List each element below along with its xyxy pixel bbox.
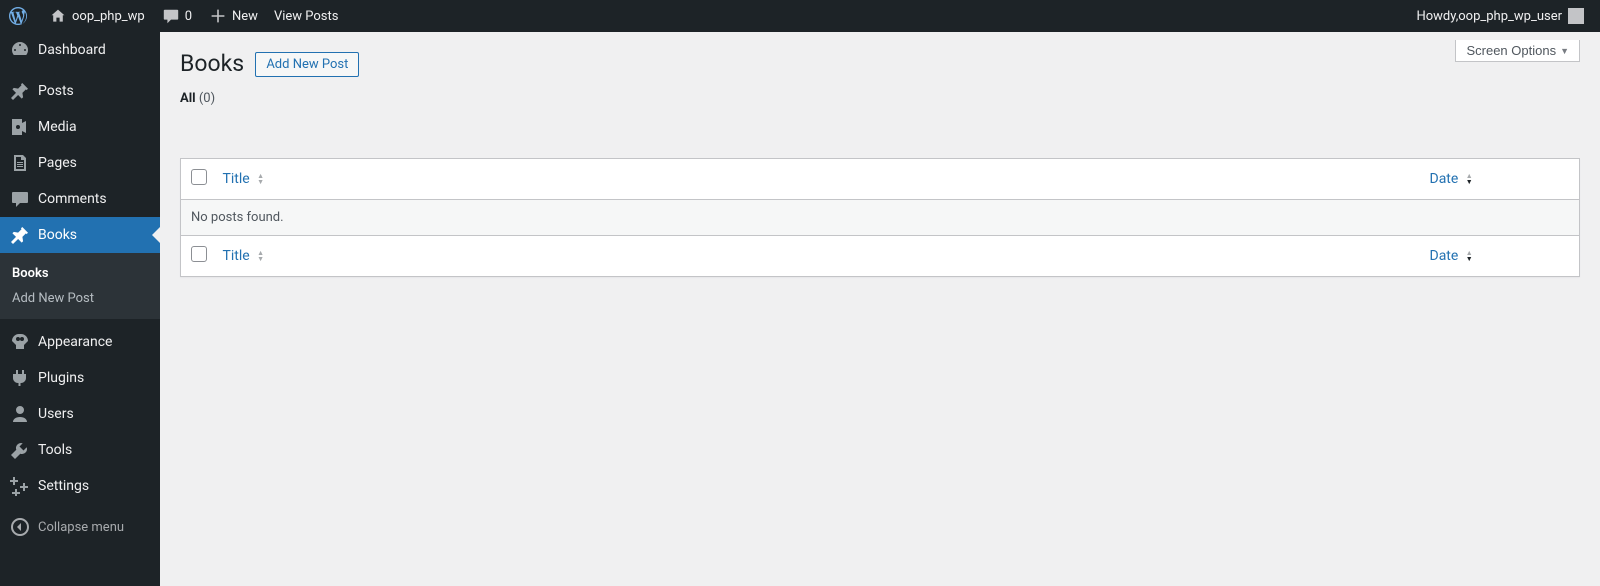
select-all-footer	[181, 235, 213, 276]
menu-item-books[interactable]: Books Books Add New Post	[0, 217, 160, 319]
pin-icon	[10, 225, 30, 245]
column-title-label: Title	[223, 248, 250, 264]
home-icon	[48, 6, 68, 26]
table-row-empty: No posts found.	[181, 199, 1580, 235]
screen-options-button[interactable]: Screen Options	[1455, 40, 1580, 62]
user-display-name: oop_php_wp_user	[1458, 9, 1562, 24]
menu-item-pages[interactable]: Pages	[0, 145, 160, 181]
comment-icon	[161, 6, 181, 26]
new-content-link[interactable]: New	[200, 0, 266, 32]
view-posts-label: View Posts	[274, 9, 339, 24]
filter-all-count: (0)	[199, 91, 215, 106]
menu-item-users[interactable]: Users	[0, 396, 160, 432]
menu-item-tools[interactable]: Tools	[0, 432, 160, 468]
menu-item-settings[interactable]: Settings	[0, 468, 160, 504]
column-footer-title[interactable]: Title ▲▼	[213, 235, 1420, 276]
add-new-post-button[interactable]: Add New Post	[255, 52, 359, 77]
menu-item-plugins[interactable]: Plugins	[0, 360, 160, 396]
column-header-date[interactable]: Date ▲▼	[1420, 158, 1580, 199]
menu-item-appearance[interactable]: Appearance	[0, 324, 160, 360]
plugins-icon	[10, 368, 30, 388]
media-icon	[10, 117, 30, 137]
select-all-checkbox-bottom[interactable]	[191, 246, 207, 262]
sort-icon: ▲▼	[257, 173, 264, 185]
collapse-icon	[10, 517, 30, 537]
menu-label: Tools	[38, 442, 72, 458]
status-filter-list: All (0)	[180, 91, 1580, 106]
screen-options-wrap: Screen Options	[1455, 32, 1580, 62]
column-header-title[interactable]: Title ▲▼	[213, 158, 1420, 199]
new-label: New	[232, 9, 258, 24]
admin-bar: oop_php_wp 0 New View Posts Howdy, oop_p…	[0, 0, 1600, 32]
menu-label: Posts	[38, 83, 74, 99]
my-account-link[interactable]: Howdy, oop_php_wp_user	[1408, 0, 1592, 32]
admin-bar-right: Howdy, oop_php_wp_user	[1408, 0, 1600, 32]
sort-icon: ▲▼	[1466, 250, 1473, 262]
tools-icon	[10, 440, 30, 460]
site-name-link[interactable]: oop_php_wp	[40, 0, 153, 32]
users-icon	[10, 404, 30, 424]
menu-item-comments[interactable]: Comments	[0, 181, 160, 217]
settings-icon	[10, 476, 30, 496]
admin-bar-left: oop_php_wp 0 New View Posts	[0, 0, 346, 32]
column-date-label: Date	[1430, 171, 1459, 187]
sort-icon: ▲▼	[257, 250, 264, 262]
filter-all-link[interactable]: All (0)	[180, 91, 215, 106]
menu-label: Plugins	[38, 370, 84, 386]
main-wrap: Books Add New Post All (0) Title ▲▼ Date	[160, 0, 1600, 277]
menu-label: Users	[38, 406, 74, 422]
sort-icon: ▲▼	[1466, 173, 1473, 185]
menu-item-dashboard[interactable]: Dashboard	[0, 32, 160, 68]
menu-label: Appearance	[38, 334, 112, 350]
menu-label: Comments	[38, 191, 107, 207]
submenu-item-books[interactable]: Books	[0, 261, 160, 286]
menu-label: Settings	[38, 478, 89, 494]
menu-label: Pages	[38, 155, 77, 171]
submenu-item-add-new[interactable]: Add New Post	[0, 286, 160, 311]
select-all-checkbox-top[interactable]	[191, 169, 207, 185]
page-title: Books	[180, 40, 244, 83]
column-date-label: Date	[1430, 248, 1459, 264]
admin-menu: Dashboard Posts Media	[0, 32, 160, 586]
site-name: oop_php_wp	[72, 9, 145, 24]
select-all-header	[181, 158, 213, 199]
pages-icon	[10, 153, 30, 173]
submenu-books: Books Add New Post	[0, 253, 160, 319]
no-posts-message: No posts found.	[181, 199, 1580, 235]
comments-icon	[10, 189, 30, 209]
dashboard-icon	[10, 40, 30, 60]
menu-label: Dashboard	[38, 42, 106, 58]
appearance-icon	[10, 332, 30, 352]
comments-bubble-link[interactable]: 0	[153, 0, 200, 32]
column-title-label: Title	[223, 171, 250, 187]
pin-icon	[10, 81, 30, 101]
avatar	[1568, 8, 1584, 24]
comments-count: 0	[185, 9, 192, 24]
menu-item-media[interactable]: Media	[0, 109, 160, 145]
menu-label: Media	[38, 119, 77, 135]
howdy-prefix: Howdy,	[1416, 9, 1458, 24]
filter-all-label: All	[180, 91, 196, 106]
wp-logo-link[interactable]	[0, 0, 40, 32]
menu-item-posts[interactable]: Posts	[0, 73, 160, 109]
wordpress-logo-icon	[8, 6, 28, 26]
posts-list-table: Title ▲▼ Date ▲▼ No posts found. Title	[180, 158, 1580, 277]
screen-options-label: Screen Options	[1466, 43, 1556, 58]
collapse-menu[interactable]: Collapse menu	[0, 509, 160, 545]
column-footer-date[interactable]: Date ▲▼	[1420, 235, 1580, 276]
collapse-label: Collapse menu	[38, 520, 124, 535]
view-posts-link[interactable]: View Posts	[266, 0, 347, 32]
menu-label: Books	[38, 227, 77, 243]
plus-icon	[208, 6, 228, 26]
